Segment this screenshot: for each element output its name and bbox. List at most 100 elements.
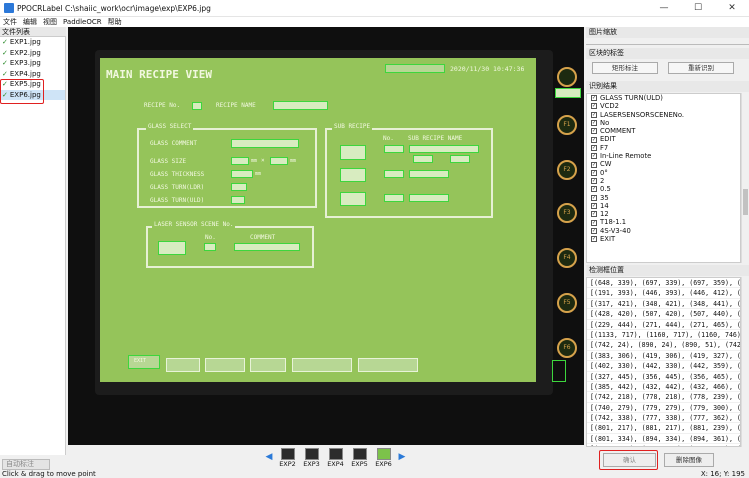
label-box[interactable] — [555, 88, 581, 98]
rec-item[interactable]: ✓ 0° — [587, 169, 740, 177]
box-item[interactable]: [(742, 24), (890, 24), (890, 51), (742, … — [587, 340, 740, 351]
rec-item[interactable]: ✓ EXIT — [587, 235, 740, 243]
checkbox[interactable]: ✓ — [591, 227, 597, 234]
box-item[interactable]: [(229, 444), (271, 444), (271, 465), (22… — [587, 320, 740, 330]
rec-item[interactable]: ✓ LASERSENSORSCENENo. — [587, 111, 740, 119]
thumbnail[interactable]: EXP2 — [277, 448, 298, 468]
box-scrollbar[interactable] — [741, 277, 749, 447]
thumbnail-selected[interactable]: EXP6 — [373, 448, 394, 468]
label-box[interactable] — [231, 139, 299, 148]
box-item[interactable]: [(146, 716), (204, 716), (204, 746), (14… — [587, 444, 740, 446]
checkbox[interactable]: ✓ — [591, 128, 597, 135]
box-item[interactable]: [(801, 217), (881, 217), (881, 239), (80… — [587, 423, 740, 434]
close-button[interactable]: ✕ — [715, 0, 749, 17]
checkbox[interactable]: ✓ — [591, 136, 597, 143]
checkbox[interactable]: ✓ — [591, 103, 597, 110]
label-box[interactable] — [409, 194, 449, 202]
file-item[interactable]: ✓ EXP1.jpg — [0, 37, 65, 48]
box-item[interactable]: [(191, 393), (446, 393), (446, 412), (19… — [587, 288, 740, 299]
checkbox[interactable]: ✓ — [591, 178, 597, 185]
label-box[interactable] — [231, 157, 249, 165]
minimize-button[interactable]: — — [647, 0, 681, 17]
next-arrow-icon[interactable]: ▶ — [397, 448, 407, 466]
file-item[interactable]: ✓ EXP4.jpg — [0, 69, 65, 80]
label-box[interactable] — [552, 360, 566, 382]
rec-item[interactable]: ✓ 4S-V3-40 — [587, 227, 740, 235]
checkbox[interactable]: ✓ — [591, 169, 597, 176]
label-box[interactable] — [409, 145, 479, 153]
checkbox[interactable]: ✓ — [591, 95, 597, 102]
label-box[interactable] — [340, 145, 366, 160]
rec-item[interactable]: ✓ EDIT — [587, 135, 740, 143]
label-box[interactable] — [385, 64, 445, 73]
checkbox[interactable]: ✓ — [591, 144, 597, 151]
rec-item[interactable]: ✓ 12 — [587, 210, 740, 218]
rec-item[interactable]: ✓ 2 — [587, 177, 740, 185]
checkbox[interactable]: ✓ — [591, 120, 597, 127]
rec-item[interactable]: ✓ No — [587, 119, 740, 127]
rec-item[interactable]: ✓ T18-1.1 — [587, 218, 740, 226]
rec-item[interactable]: ✓ F7 — [587, 144, 740, 152]
label-box[interactable] — [231, 170, 253, 178]
label-box[interactable] — [270, 157, 288, 165]
label-box[interactable] — [384, 170, 404, 178]
box-item[interactable]: [(742, 338), (777, 338), (777, 362), (74… — [587, 413, 740, 424]
rec-item[interactable]: ✓ 0.5 — [587, 185, 740, 193]
checkbox[interactable]: ✓ — [591, 203, 597, 209]
recognition-scrollbar[interactable] — [741, 93, 749, 263]
box-item[interactable]: [(327, 445), (356, 445), (356, 465), (32… — [587, 372, 740, 382]
box-item[interactable]: [(1133, 717), (1160, 717), (1160, 746), … — [587, 330, 740, 341]
box-item[interactable]: [(428, 420), (507, 420), (507, 440), (42… — [587, 309, 740, 320]
reocr-button[interactable]: 重新识别 — [668, 62, 734, 74]
box-item[interactable]: [(742, 218), (778, 218), (778, 239), (74… — [587, 392, 740, 403]
checkbox[interactable]: ✓ — [591, 236, 597, 243]
checkbox[interactable]: ✓ — [591, 153, 597, 160]
rec-item[interactable]: ✓ COMMENT — [587, 127, 740, 135]
rec-item[interactable]: ✓ VCD2 — [587, 102, 740, 110]
box-item[interactable]: [(740, 279), (779, 279), (779, 300), (74… — [587, 403, 740, 414]
menu-paddleocr[interactable]: PaddleOCR — [60, 17, 105, 27]
box-item[interactable]: [(317, 421), (348, 421), (348, 441), (31… — [587, 299, 740, 310]
file-item[interactable]: ✓ EXP2.jpg — [0, 48, 65, 59]
checkbox[interactable]: ✓ — [591, 194, 597, 201]
label-box[interactable] — [409, 170, 449, 178]
checkbox[interactable]: ✓ — [591, 186, 597, 193]
scroll-thumb[interactable] — [743, 189, 748, 215]
file-item[interactable]: ✓ EXP3.jpg — [0, 58, 65, 69]
label-box[interactable] — [204, 243, 216, 251]
rec-item[interactable]: ✓ In-Line Remote — [587, 152, 740, 160]
maximize-button[interactable]: ☐ — [681, 0, 715, 17]
menu-help[interactable]: 帮助 — [105, 17, 125, 27]
box-item[interactable]: [(383, 306), (419, 306), (419, 327), (38… — [587, 351, 740, 362]
rec-item[interactable]: ✓ GLASS TURN(ULD) — [587, 94, 740, 102]
checkbox[interactable]: ✓ — [591, 219, 597, 226]
rect-label-button[interactable]: 矩形标注 — [592, 62, 658, 74]
thumbnail[interactable]: EXP3 — [301, 448, 322, 468]
checkbox[interactable]: ✓ — [591, 111, 597, 118]
menu-edit[interactable]: 编辑 — [20, 17, 40, 27]
label-box[interactable] — [234, 243, 300, 251]
label-box[interactable] — [450, 155, 470, 163]
thumbnail[interactable]: EXP5 — [349, 448, 370, 468]
box-item[interactable]: [(648, 339), (697, 339), (697, 359), (64… — [587, 278, 740, 289]
label-box[interactable] — [273, 101, 328, 110]
prev-arrow-icon[interactable]: ◀ — [264, 448, 274, 466]
label-box[interactable] — [231, 183, 247, 191]
box-item[interactable]: [(402, 330), (442, 330), (442, 359), (40… — [587, 361, 740, 372]
zoom-slider[interactable] — [586, 38, 749, 45]
auto-label-button[interactable]: 自动标注 — [2, 459, 50, 470]
rec-item[interactable]: ✓ 14 — [587, 202, 740, 210]
label-box[interactable] — [384, 145, 404, 153]
label-box[interactable] — [192, 102, 202, 110]
rec-item[interactable]: ✓ CW — [587, 160, 740, 168]
label-box[interactable] — [340, 192, 366, 206]
checkbox[interactable]: ✓ — [591, 211, 597, 218]
rec-item[interactable]: ✓ 35 — [587, 194, 740, 202]
box-item[interactable]: [(385, 442), (432, 442), (432, 466), (38… — [587, 382, 740, 393]
menu-view[interactable]: 视图 — [40, 17, 60, 27]
label-box[interactable] — [340, 168, 366, 182]
label-box[interactable] — [158, 241, 186, 255]
checkbox[interactable]: ✓ — [591, 161, 597, 168]
thumbnail[interactable]: EXP4 — [325, 448, 346, 468]
menu-file[interactable]: 文件 — [0, 17, 20, 27]
